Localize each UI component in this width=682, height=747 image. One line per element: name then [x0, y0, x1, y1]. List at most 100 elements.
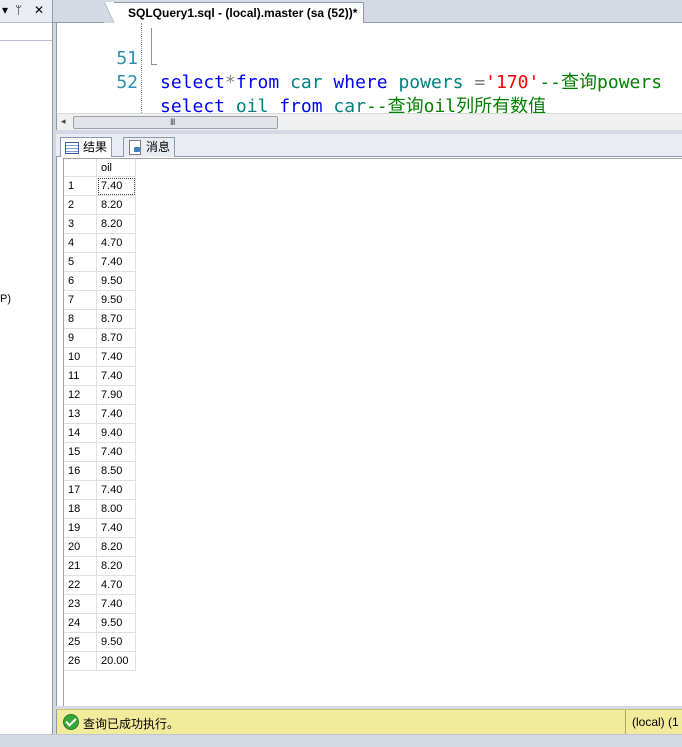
cell-oil[interactable]: 9.50 [96, 271, 136, 291]
cell-oil[interactable]: 8.70 [96, 328, 136, 348]
table-row[interactable]: 3 8.20 [64, 214, 136, 234]
cell-oil[interactable]: 8.20 [96, 537, 136, 557]
cell-oil[interactable]: 4.70 [96, 233, 136, 253]
table-row[interactable]: 6 9.50 [64, 271, 136, 291]
cell-oil[interactable]: 8.70 [96, 309, 136, 329]
table-row[interactable]: 1 7.40 [64, 176, 136, 196]
cell-oil[interactable]: 8.00 [96, 499, 136, 519]
cell-oil[interactable]: 4.70 [96, 575, 136, 595]
table-row[interactable]: 14 9.40 [64, 423, 136, 443]
table-row[interactable]: 21 8.20 [64, 556, 136, 576]
code-token: '170' [485, 72, 540, 93]
row-header[interactable]: 5 [64, 252, 97, 272]
cell-oil[interactable]: 7.40 [96, 176, 136, 196]
table-row[interactable]: 24 9.50 [64, 613, 136, 633]
code-text[interactable]: select oil from car--查询oil列所有数值 [160, 95, 546, 113]
row-header[interactable]: 21 [64, 556, 97, 576]
row-header[interactable]: 2 [64, 195, 97, 215]
horizontal-scrollbar[interactable]: ◂ III [56, 113, 682, 130]
row-header[interactable]: 13 [64, 404, 97, 424]
column-header-oil[interactable]: oil [96, 159, 136, 177]
table-row[interactable]: 10 7.40 [64, 347, 136, 367]
table-row[interactable]: 5 7.40 [64, 252, 136, 272]
cell-oil[interactable]: 8.50 [96, 461, 136, 481]
code-line-52[interactable]: 52 select oil from car--查询oil列所有数值 [57, 47, 546, 113]
table-row[interactable]: 9 8.70 [64, 328, 136, 348]
cell-oil[interactable]: 8.20 [96, 556, 136, 576]
row-header[interactable]: 3 [64, 214, 97, 234]
row-header[interactable]: 24 [64, 613, 97, 633]
table-row[interactable]: 15 7.40 [64, 442, 136, 462]
table-row[interactable]: 19 7.40 [64, 518, 136, 538]
row-header[interactable]: 23 [64, 594, 97, 614]
cell-oil[interactable]: 20.00 [96, 651, 136, 671]
code-token: --查询oil列所有数值 [365, 96, 547, 113]
table-row[interactable]: 7 9.50 [64, 290, 136, 310]
row-header[interactable]: 18 [64, 499, 97, 519]
tab-sqlquery1[interactable]: SQLQuery1.sql - (local).master (sa (52))… [103, 2, 365, 23]
row-header[interactable]: 9 [64, 328, 97, 348]
table-row[interactable]: 13 7.40 [64, 404, 136, 424]
cell-oil[interactable]: 7.40 [96, 518, 136, 538]
row-header[interactable]: 14 [64, 423, 97, 443]
row-header[interactable]: 6 [64, 271, 97, 291]
scroll-left-arrow-icon[interactable]: ◂ [61, 116, 66, 127]
results-table[interactable]: oil 1 7.40 2 8.20 3 8.20 4 4.70 5 7.40 6 9.50 7 9.50 8… [64, 159, 136, 671]
table-row[interactable]: 16 8.50 [64, 461, 136, 481]
cell-oil[interactable]: 9.50 [96, 632, 136, 652]
table-row[interactable]: 20 8.20 [64, 537, 136, 557]
query-editor[interactable]: 51 select*from car where powers ='170'--… [56, 23, 682, 113]
tree-node-fragment[interactable]: P) [0, 293, 11, 305]
row-header[interactable]: 15 [64, 442, 97, 462]
panel-divider [0, 40, 52, 41]
cell-oil[interactable]: 7.40 [96, 442, 136, 462]
cell-oil[interactable]: 9.50 [96, 290, 136, 310]
cell-oil[interactable]: 9.50 [96, 613, 136, 633]
table-row[interactable]: 4 4.70 [64, 233, 136, 253]
table-row[interactable]: 12 7.90 [64, 385, 136, 405]
dropdown-arrow-icon[interactable]: ▾ [2, 3, 8, 17]
scrollbar-thumb[interactable]: III [73, 116, 278, 129]
status-message: 查询已成功执行。 [83, 717, 180, 731]
row-header[interactable]: 7 [64, 290, 97, 310]
table-row[interactable]: 22 4.70 [64, 575, 136, 595]
row-header[interactable]: 4 [64, 233, 97, 253]
table-row[interactable]: 18 8.00 [64, 499, 136, 519]
row-header[interactable]: 22 [64, 575, 97, 595]
row-header[interactable]: 19 [64, 518, 97, 538]
table-row[interactable]: 26 20.00 [64, 651, 136, 671]
row-header[interactable]: 26 [64, 651, 97, 671]
tab-results[interactable]: 结果 [60, 137, 113, 158]
row-header[interactable]: 11 [64, 366, 97, 386]
row-header[interactable]: 16 [64, 461, 97, 481]
cell-oil[interactable]: 7.40 [96, 480, 136, 500]
cell-oil[interactable]: 9.40 [96, 423, 136, 443]
row-header[interactable]: 10 [64, 347, 97, 367]
table-row[interactable]: 25 9.50 [64, 632, 136, 652]
row-header[interactable]: 20 [64, 537, 97, 557]
cell-oil[interactable]: 7.40 [96, 366, 136, 386]
table-row[interactable]: 23 7.40 [64, 594, 136, 614]
table-row[interactable]: 8 8.70 [64, 309, 136, 329]
table-row[interactable]: 11 7.40 [64, 366, 136, 386]
cell-oil[interactable]: 7.40 [96, 252, 136, 272]
row-header[interactable]: 8 [64, 309, 97, 329]
table-row[interactable]: 2 8.20 [64, 195, 136, 215]
cell-oil[interactable]: 7.40 [96, 347, 136, 367]
cell-oil[interactable]: 7.90 [96, 385, 136, 405]
close-icon[interactable]: ✕ [34, 3, 44, 17]
results-grid[interactable]: oil 1 7.40 2 8.20 3 8.20 4 4.70 5 7.40 6 9.50 7 9.50 8… [63, 158, 682, 706]
row-header[interactable]: 25 [64, 632, 97, 652]
table-row[interactable]: 17 7.40 [64, 480, 136, 500]
cell-oil[interactable]: 7.40 [96, 594, 136, 614]
row-header[interactable]: 1 [64, 176, 97, 196]
cell-oil[interactable]: 8.20 [96, 195, 136, 215]
pin-icon[interactable]: ᛘ [15, 3, 22, 17]
code-text[interactable]: select*from car where powers ='170'--查询p… [160, 71, 662, 95]
row-header[interactable]: 17 [64, 480, 97, 500]
tab-messages[interactable]: 消息 [123, 137, 176, 157]
cell-oil[interactable]: 8.20 [96, 214, 136, 234]
cell-oil[interactable]: 7.40 [96, 404, 136, 424]
row-header[interactable]: 12 [64, 385, 97, 405]
corner-cell[interactable] [64, 159, 97, 177]
